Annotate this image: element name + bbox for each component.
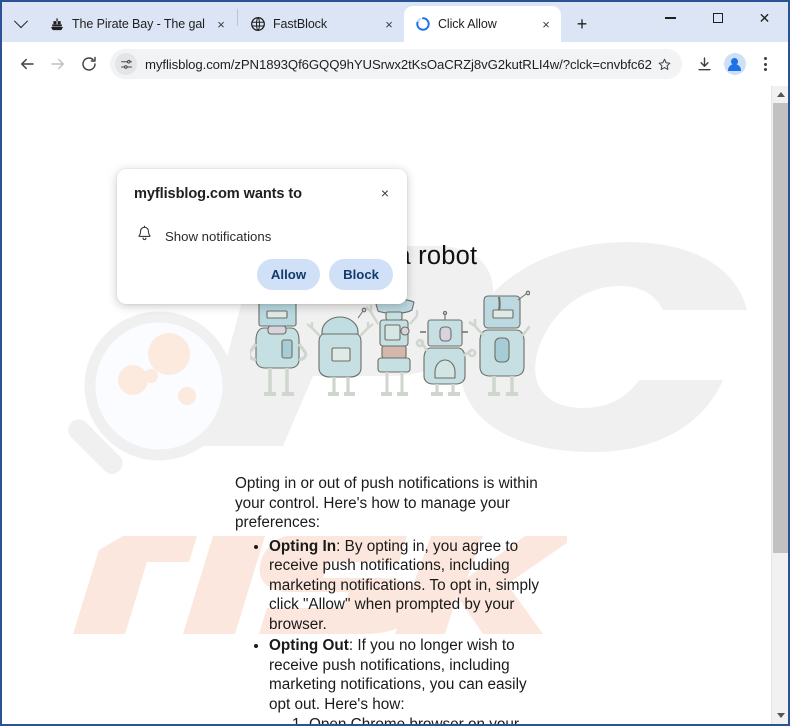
browser-window: The Pirate Bay - The gal × FastBlock × C…: [0, 0, 790, 726]
browser-toolbar: myflisblog.com/zPN1893Qf6GQQ9hYUSrwx2tKs…: [2, 42, 788, 86]
tab-separator: [237, 9, 238, 26]
profile-button[interactable]: [720, 49, 749, 79]
avatar-body: [728, 63, 742, 71]
list-item: Opting Out: If you no longer wish to rec…: [269, 636, 545, 724]
loading-spinner-icon: [415, 16, 431, 32]
bullet-term: Opting In: [269, 537, 337, 555]
minimize-button[interactable]: [647, 2, 694, 34]
permission-request-row: Show notifications: [136, 225, 271, 247]
opt-out-steps: Open Chrome browser on your desktop. Cli…: [291, 715, 545, 724]
avatar: [723, 53, 746, 75]
intro-paragraph: Opting in or out of push notifications i…: [235, 475, 538, 531]
tab-close-button[interactable]: ×: [537, 15, 555, 33]
close-icon: ✕: [758, 10, 771, 26]
opting-bullet-list: Opting In: By opting in, you agree to re…: [255, 537, 545, 725]
minimize-icon: [665, 17, 676, 19]
tab-title: FastBlock: [273, 17, 327, 31]
tab-title: Click Allow: [438, 17, 497, 31]
block-button[interactable]: Block: [329, 259, 393, 290]
permission-close-button[interactable]: ×: [373, 181, 397, 205]
list-item: Open Chrome browser on your desktop.: [309, 715, 545, 724]
arrow-left-icon: [21, 58, 34, 70]
chrome-menu-button[interactable]: [750, 49, 780, 79]
back-button[interactable]: [12, 49, 42, 79]
close-window-button[interactable]: ✕: [741, 2, 788, 34]
reload-icon: [82, 56, 96, 71]
robots-illustration: [250, 290, 530, 396]
maximize-icon: [712, 13, 723, 23]
new-tab-button[interactable]: +: [567, 9, 597, 39]
tab-strip: The Pirate Bay - The gal × FastBlock × C…: [2, 2, 788, 42]
download-icon: [697, 56, 711, 70]
permission-actions: Allow Block: [256, 259, 393, 290]
tab-search-button[interactable]: [4, 6, 38, 42]
tab-close-button[interactable]: ×: [380, 15, 398, 33]
maximize-button[interactable]: [694, 2, 741, 34]
permission-request-label: Show notifications: [165, 228, 272, 244]
arrow-right-icon: [51, 58, 64, 70]
three-dots-icon: [763, 57, 767, 71]
pirate-ship-icon: [49, 16, 65, 32]
page-viewport: u are not a robot: [2, 86, 788, 724]
permission-dialog-title: myflisblog.com wants to: [134, 186, 302, 202]
forward-button[interactable]: [43, 49, 73, 79]
reload-button[interactable]: [74, 49, 104, 79]
tab-the-pirate-bay[interactable]: The Pirate Bay - The gal ×: [38, 6, 236, 42]
triangle-up-icon: [776, 92, 785, 97]
bullet-term: Opting Out: [269, 637, 349, 654]
tune-settings-icon[interactable]: [115, 53, 137, 75]
list-item: Opting In: By opting in, you agree to re…: [269, 537, 545, 635]
notification-permission-dialog[interactable]: myflisblog.com wants to × Show notificat…: [117, 169, 407, 304]
bell-icon: [136, 225, 153, 247]
allow-button[interactable]: Allow: [256, 259, 321, 290]
scroll-up-button[interactable]: [772, 86, 788, 103]
window-controls: ✕: [647, 2, 788, 42]
downloads-button[interactable]: [689, 49, 719, 79]
tab-title: The Pirate Bay - The gal: [72, 17, 205, 31]
page-body: Opting in or out of push notifications i…: [235, 474, 545, 724]
vertical-scrollbar[interactable]: [771, 86, 788, 724]
globe-icon: [250, 16, 266, 32]
magnifier-watermark-icon: [68, 311, 234, 474]
scrollbar-thumb[interactable]: [773, 103, 788, 553]
triangle-down-icon: [776, 713, 785, 718]
bookmark-star-icon[interactable]: [652, 52, 676, 76]
tab-close-button[interactable]: ×: [212, 15, 230, 33]
tab-click-allow[interactable]: Click Allow ×: [404, 6, 561, 42]
url-text[interactable]: myflisblog.com/zPN1893Qf6GQQ9hYUSrwx2tKs…: [145, 57, 652, 72]
tab-fastblock[interactable]: FastBlock ×: [239, 6, 404, 42]
scroll-down-button[interactable]: [772, 707, 788, 724]
chevron-down-icon: [13, 14, 29, 29]
address-bar[interactable]: myflisblog.com/zPN1893Qf6GQQ9hYUSrwx2tKs…: [110, 49, 683, 79]
